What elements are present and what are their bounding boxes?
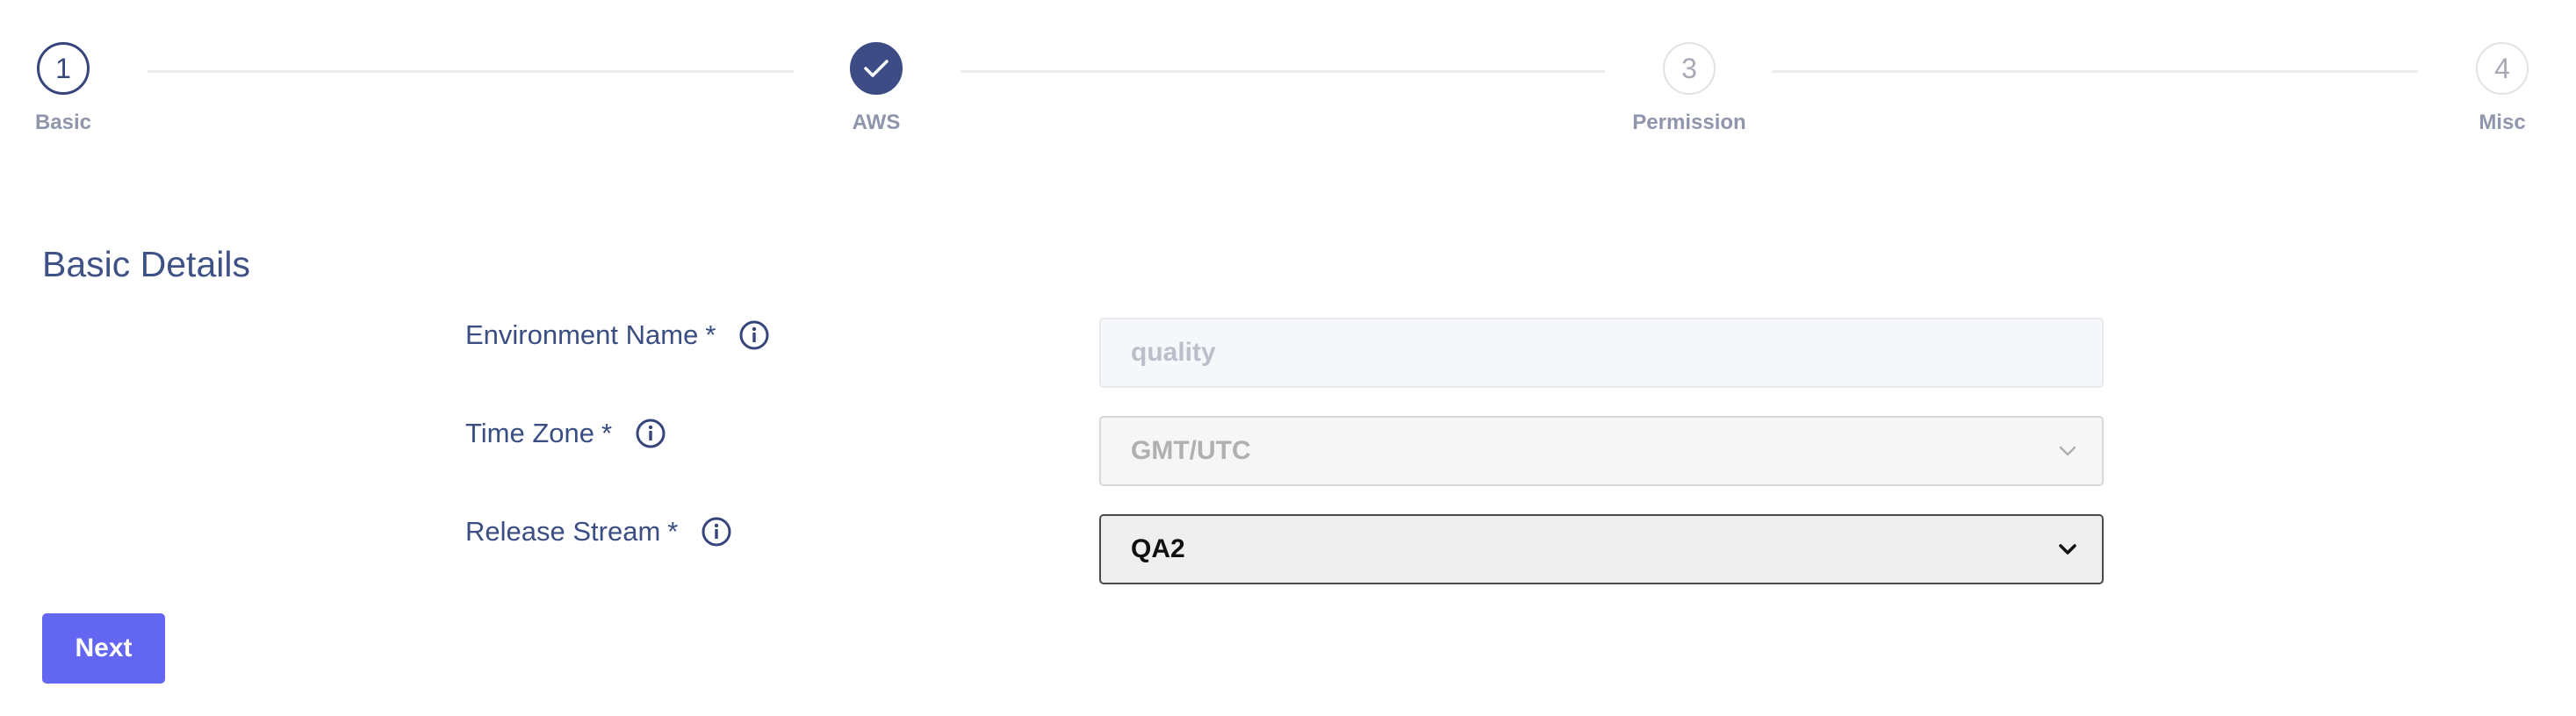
- info-icon[interactable]: [701, 516, 732, 548]
- field-label-text: Environment Name: [465, 319, 699, 350]
- time-zone-label: Time Zone *: [465, 418, 666, 449]
- step-basic[interactable]: 1 Basic: [0, 42, 151, 135]
- release-stream-label: Release Stream *: [465, 516, 732, 548]
- step-number: 1: [55, 52, 71, 84]
- step-label: Misc: [2479, 111, 2526, 134]
- info-icon[interactable]: [738, 319, 770, 351]
- field-label-text: Release Stream: [465, 516, 661, 547]
- step-permission[interactable]: 3 Permission: [1601, 42, 1777, 135]
- step-number-circle: 1: [37, 42, 90, 95]
- next-button[interactable]: Next: [42, 613, 165, 684]
- release-stream-value: QA2: [1131, 534, 1185, 563]
- time-zone-select[interactable]: GMT/UTC: [1099, 416, 2104, 486]
- step-label: Basic: [34, 111, 92, 134]
- section-title: Basic Details: [42, 244, 250, 284]
- step-complete-circle: [850, 42, 903, 95]
- wizard-page: 1 Basic AWS 3 Permission 4 Misc Basic De…: [0, 0, 2576, 716]
- environment-name-value: quality: [1131, 338, 1216, 367]
- required-mark: *: [705, 319, 716, 350]
- environment-name-field[interactable]: quality: [1099, 318, 2104, 388]
- stepper-connector-1: [148, 70, 794, 73]
- step-number: 4: [2494, 52, 2510, 84]
- info-icon[interactable]: [635, 418, 666, 449]
- environment-name-label: Environment Name *: [465, 319, 770, 351]
- stepper-connector-3: [1772, 70, 2418, 73]
- check-icon: [864, 60, 889, 77]
- required-mark: *: [667, 516, 679, 547]
- step-label: Permission: [1632, 111, 1746, 134]
- step-number-circle: 3: [1663, 42, 1716, 95]
- stepper-connector-2: [961, 70, 1605, 73]
- step-aws[interactable]: AWS: [788, 42, 964, 135]
- time-zone-value: GMT/UTC: [1131, 436, 1251, 465]
- step-misc[interactable]: 4 Misc: [2414, 42, 2576, 135]
- step-number: 3: [1681, 52, 1697, 84]
- chevron-down-icon: [2059, 446, 2076, 456]
- field-label-text: Time Zone: [465, 418, 595, 448]
- chevron-down-icon: [2059, 544, 2076, 555]
- required-mark: *: [601, 418, 613, 448]
- step-number-circle: 4: [2476, 42, 2529, 95]
- release-stream-select[interactable]: QA2: [1099, 514, 2104, 584]
- step-label: AWS: [852, 111, 901, 134]
